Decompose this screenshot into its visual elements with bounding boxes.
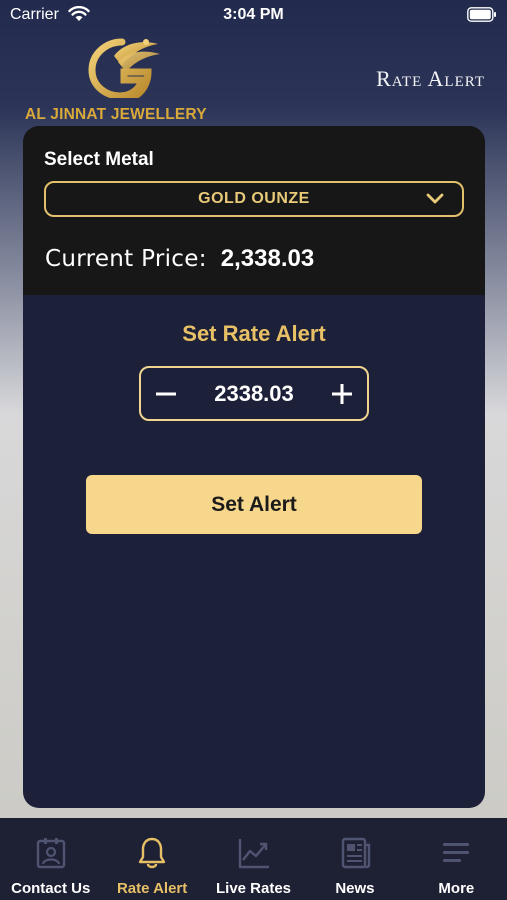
status-bar: Carrier 3:04 PM [0, 0, 507, 30]
battery-icon [467, 7, 496, 22]
set-alert-button[interactable]: Set Alert [86, 475, 422, 534]
bell-icon [138, 837, 166, 869]
rate-alert-card: Select Metal GOLD OUNZE Current Price: 2… [23, 126, 485, 808]
tab-contact-us[interactable]: Contact Us [0, 818, 101, 900]
tab-live-rates[interactable]: Live Rates [203, 818, 304, 900]
rate-stepper: 2338.03 [139, 366, 369, 421]
app-header: AL JINNAT JEWELLERY Rate Alert [0, 30, 507, 125]
tab-label: Live Rates [215, 880, 292, 897]
metal-price-panel: Select Metal GOLD OUNZE Current Price: 2… [23, 126, 485, 295]
chevron-down-icon [426, 193, 444, 204]
set-rate-alert-title: Set Rate Alert [182, 321, 326, 346]
selected-metal-value: GOLD OUNZE [198, 190, 310, 207]
brand-name: AL JINNAT JEWELLERY [25, 106, 207, 123]
current-price-row: Current Price: 2,338.03 [45, 245, 314, 273]
tab-label: Contact Us [11, 880, 91, 897]
newspaper-icon [341, 837, 371, 869]
logo-mark-icon [88, 38, 160, 98]
plus-icon [332, 383, 352, 404]
tab-label: Rate Alert [116, 880, 188, 897]
current-price-label: Current Price: [45, 246, 207, 272]
tab-bar: Contact Us Rate Alert Live Rates News Mo… [0, 818, 507, 900]
tab-label: News [335, 880, 375, 897]
increment-button[interactable] [329, 381, 355, 407]
tab-rate-alert[interactable]: Rate Alert [101, 818, 202, 900]
chart-line-icon [238, 839, 269, 869]
tab-label: More [438, 880, 475, 897]
metal-dropdown[interactable]: GOLD OUNZE [44, 181, 464, 217]
tab-more[interactable]: More [406, 818, 507, 900]
current-price-value: 2,338.03 [220, 245, 315, 272]
tab-news[interactable]: News [304, 818, 405, 900]
contact-card-icon [36, 838, 65, 869]
menu-icon [443, 843, 470, 862]
stepper-value[interactable]: 2338.03 [214, 381, 294, 407]
select-metal-label: Select Metal [44, 149, 154, 170]
minus-icon [156, 392, 176, 395]
decrement-button[interactable] [153, 381, 179, 407]
status-time: 3:04 PM [223, 6, 284, 23]
brand-logo: AL JINNAT JEWELLERY [22, 36, 207, 123]
page-title: Rate Alert [376, 66, 485, 91]
